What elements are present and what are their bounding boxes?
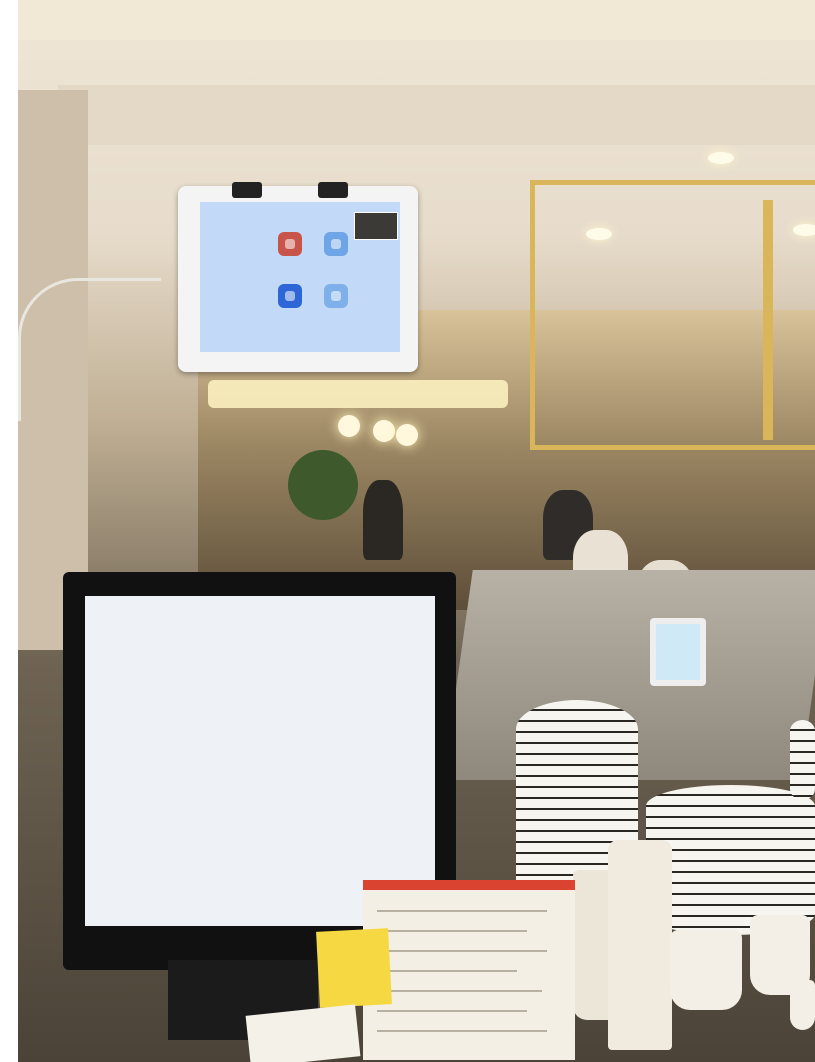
bottle — [608, 840, 672, 1050]
menu-line — [377, 930, 527, 932]
gold-post — [763, 200, 773, 440]
wall-mounted-tablet — [178, 186, 418, 372]
menu-line — [377, 910, 547, 912]
ceiling-spotlight — [708, 152, 734, 164]
bar-scene — [18, 0, 815, 1062]
cable — [18, 278, 161, 421]
ceiling — [18, 0, 815, 40]
restaurant-photo — [0, 0, 815, 1062]
small-tablet — [650, 618, 706, 686]
tablet-clamp — [232, 182, 262, 198]
app-icon-red — [278, 232, 302, 256]
pendant-light — [338, 415, 360, 437]
monitor-screen — [85, 596, 435, 926]
person — [363, 480, 403, 560]
app-icon-blue — [278, 284, 302, 308]
pendant-light — [396, 424, 418, 446]
paper-note — [245, 1004, 361, 1062]
tablet-clamp — [318, 182, 348, 198]
bowl — [790, 980, 815, 1030]
tablet-screen — [200, 202, 400, 352]
app-icon-light-blue — [324, 284, 348, 308]
pendant-light — [373, 420, 395, 442]
small-tablet-screen — [656, 624, 700, 680]
lit-shelf — [208, 380, 508, 408]
menu-line — [377, 1010, 527, 1012]
bowl — [670, 930, 742, 1010]
plate-stack — [790, 720, 815, 800]
menu-line — [377, 950, 547, 952]
video-thumbnail — [354, 212, 398, 240]
potted-plant — [288, 450, 358, 520]
sticky-note — [316, 928, 392, 1008]
menu-line — [377, 970, 517, 972]
menu-line — [377, 1030, 547, 1032]
ceiling-beam — [58, 85, 815, 145]
menu-card — [363, 880, 575, 1060]
app-icon-light-blue — [324, 232, 348, 256]
menu-line — [377, 990, 542, 992]
